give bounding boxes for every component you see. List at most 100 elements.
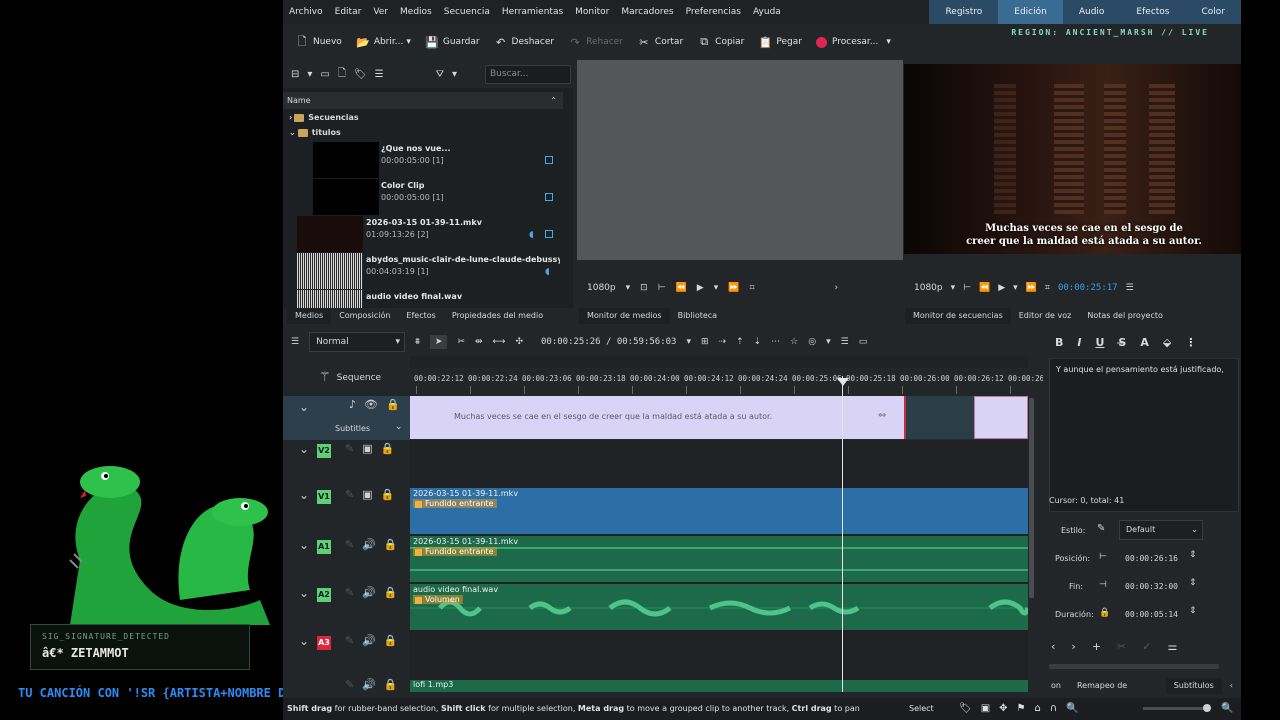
- cut-button[interactable]: ✂ Cortar: [637, 35, 683, 49]
- spinner-icon[interactable]: ⇕: [1189, 578, 1197, 588]
- track-header-a2[interactable]: ⌄ A2 ✎ 🔊 🔒: [283, 584, 410, 630]
- track-header-a4[interactable]: ✎ 🔊 🔒: [283, 678, 410, 692]
- target-icon[interactable]: ◎: [808, 337, 816, 347]
- film-icon[interactable]: ▣: [362, 442, 372, 455]
- zoom-slider[interactable]: [1143, 707, 1209, 710]
- film-icon[interactable]: ▣: [362, 488, 372, 501]
- subtitle-panel-scrollbar[interactable]: [1049, 664, 1219, 669]
- spinner-icon[interactable]: ⇕: [1189, 550, 1197, 560]
- add-folder-icon[interactable]: ▭: [320, 69, 329, 80]
- menu-monitor[interactable]: Monitor: [569, 7, 615, 17]
- clip-monitor-viewer[interactable]: [577, 60, 903, 260]
- chevron-down-icon[interactable]: ▾: [307, 69, 312, 80]
- pencil-icon[interactable]: ✎: [1097, 523, 1105, 534]
- subtitle-text-editor[interactable]: Y aunque el pensamiento está justificado…: [1049, 358, 1239, 512]
- menu-editar[interactable]: Editar: [329, 7, 368, 17]
- color-fill-icon[interactable]: ⬙: [1163, 336, 1171, 349]
- duration-value[interactable]: 00:00:05:14: [1125, 610, 1178, 619]
- select-tool-icon[interactable]: ➤: [429, 335, 448, 349]
- magic-wand-icon[interactable]: ⚚: [319, 370, 331, 385]
- tab-editor-voz[interactable]: Editor de voz: [1011, 308, 1080, 324]
- tab-partial[interactable]: on: [1043, 678, 1069, 694]
- lift-icon[interactable]: ⇡: [736, 337, 744, 347]
- play-icon[interactable]: ▶: [697, 283, 704, 293]
- more-vertical-icon[interactable]: ⋮: [1185, 336, 1196, 349]
- menu-ver[interactable]: Ver: [367, 7, 394, 17]
- edit-mode-select[interactable]: Normal ▾: [309, 332, 406, 352]
- tag-icon[interactable]: 🏷: [959, 698, 972, 720]
- rewind-icon[interactable]: ⏪: [676, 283, 687, 293]
- slip-tool-icon[interactable]: ⟷: [493, 337, 506, 347]
- chevron-left-icon[interactable]: ‹: [1222, 678, 1241, 694]
- tab-biblioteca[interactable]: Biblioteca: [670, 308, 726, 324]
- paste-button[interactable]: 📋 Pegar: [758, 35, 802, 49]
- star-icon[interactable]: ☆: [790, 337, 798, 347]
- tag-icon[interactable]: 🏷: [354, 69, 367, 80]
- chevron-down-icon[interactable]: ▾: [951, 283, 956, 293]
- spacer-tool-icon[interactable]: ⇹: [475, 337, 483, 347]
- copy-button[interactable]: ⧉ Copiar: [697, 35, 744, 49]
- workspace-audio[interactable]: Audio: [1063, 0, 1121, 24]
- lock-icon[interactable]: 🔒: [381, 488, 395, 501]
- play-icon[interactable]: ▶: [998, 283, 1005, 293]
- sequence-timecode[interactable]: 00:00:25:17: [1058, 283, 1118, 293]
- pencil-icon[interactable]: ✎: [345, 678, 354, 691]
- chevron-down-icon[interactable]: ▾: [826, 337, 831, 347]
- timeline-timecode[interactable]: 00:00:25:26 / 00:59:56:03: [541, 337, 676, 347]
- tab-monitor-medios[interactable]: Monitor de medios: [579, 308, 670, 324]
- timeline-area[interactable]: 00:00:22:12 00:00:22:24 00:00:23:06 00:00:2…: [410, 356, 1044, 692]
- audio-clip-a2[interactable]: audio video final.wav Volumen: [410, 584, 1028, 630]
- effect-tag[interactable]: Volumen: [413, 595, 463, 604]
- chevron-down-icon[interactable]: ▾: [686, 337, 691, 347]
- fullscreen-icon[interactable]: ⊡: [640, 283, 648, 293]
- lock-icon[interactable]: 🔒: [386, 398, 400, 411]
- redo-button[interactable]: ↷ Rehacer: [568, 35, 623, 49]
- view-mode-icon[interactable]: ⊟: [291, 69, 299, 80]
- settings-sliders-icon[interactable]: ⚌: [1167, 640, 1177, 653]
- font-icon[interactable]: A: [1140, 336, 1149, 349]
- chevron-down-icon[interactable]: ⌄: [299, 586, 309, 600]
- menu-archivo[interactable]: Archivo: [283, 7, 329, 17]
- undo-button[interactable]: ↶ Deshacer: [494, 35, 554, 49]
- more-icon[interactable]: ⋯: [771, 337, 780, 347]
- rewind-icon[interactable]: ⏪: [979, 283, 990, 293]
- bin-clip-title[interactable]: ¿Que nos vue... 00:00:05:00 [1]: [313, 142, 563, 178]
- pencil-icon[interactable]: ✎: [345, 488, 354, 501]
- next-icon[interactable]: ›: [1071, 640, 1075, 653]
- bin-column-header[interactable]: Name ⌃: [283, 92, 563, 109]
- tab-medios[interactable]: Medios: [287, 308, 332, 324]
- chevron-down-icon[interactable]: ⌄: [299, 634, 309, 648]
- underline-icon[interactable]: U: [1095, 336, 1104, 349]
- chevron-down-icon[interactable]: ▾: [1013, 283, 1018, 293]
- audio-align-icon[interactable]: ⩩: [415, 337, 420, 347]
- menu-herramientas[interactable]: Herramientas: [496, 7, 569, 17]
- film-icon[interactable]: ▣: [981, 698, 990, 720]
- end-value[interactable]: 00:00:32:00: [1125, 582, 1178, 591]
- tab-subtitulos[interactable]: Subtítulos: [1165, 678, 1222, 694]
- lock-icon[interactable]: 🔒: [1099, 608, 1110, 618]
- overwrite-icon[interactable]: ⇢: [719, 337, 727, 347]
- move-icon[interactable]: ✥: [999, 698, 1007, 720]
- split-icon[interactable]: ✂: [1117, 640, 1126, 653]
- music-note-icon[interactable]: ♪: [349, 398, 356, 411]
- workspace-registro[interactable]: Registro: [929, 0, 998, 24]
- lock-icon[interactable]: 🔒: [384, 586, 398, 599]
- set-in-icon[interactable]: ⊢: [963, 283, 971, 293]
- bin-clip-color[interactable]: Color Clip 00:00:05:00 [1]: [313, 179, 563, 215]
- track-header-v2[interactable]: ⌄ V2 ✎ ▣ 🔒: [283, 440, 410, 486]
- extract-icon[interactable]: ⇣: [754, 337, 762, 347]
- bin-clip-audio-final[interactable]: audio video final.wav: [297, 290, 561, 308]
- track-header-a3[interactable]: ⌄ A3 ✎ 🔊 🔒: [283, 632, 410, 678]
- check-icon[interactable]: ✓: [1142, 640, 1151, 653]
- workspace-edicion[interactable]: Edición: [998, 0, 1063, 24]
- chevron-down-icon[interactable]: ⌄: [395, 422, 403, 432]
- bin-clip-mkv[interactable]: 2026-03-15 01-39-11.mkv 01:09:13:26 [2] …: [297, 216, 561, 252]
- track-header-v1[interactable]: ⌄ V1 ✎ ▣ 🔒: [283, 486, 410, 532]
- lock-icon[interactable]: 🔒: [381, 442, 395, 455]
- multicam-tool-icon[interactable]: ✣: [515, 337, 523, 347]
- lock-icon[interactable]: 🔒: [384, 538, 398, 551]
- italic-icon[interactable]: I: [1077, 336, 1081, 349]
- menu-secuencia[interactable]: Secuencia: [438, 7, 496, 17]
- playhead-handle[interactable]: [837, 378, 849, 386]
- workspace-color[interactable]: Color: [1186, 0, 1242, 24]
